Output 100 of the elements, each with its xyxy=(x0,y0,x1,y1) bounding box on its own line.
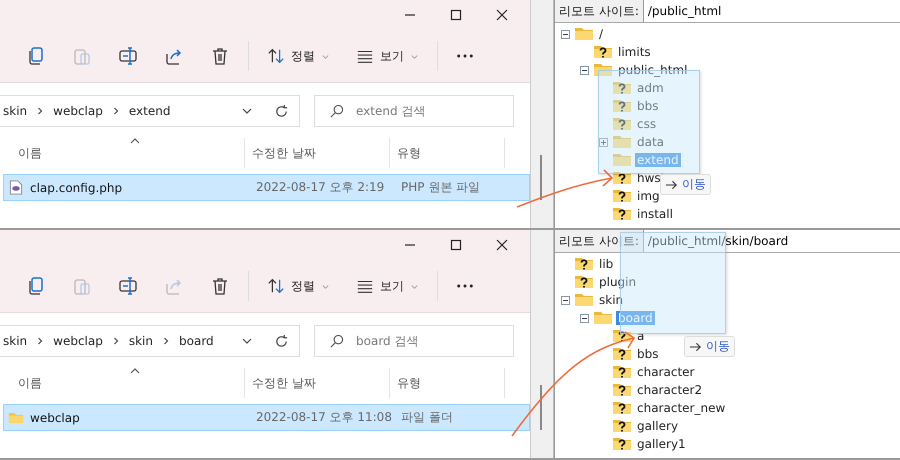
folder-icon xyxy=(574,293,594,307)
column-header[interactable]: 이름 xyxy=(18,144,42,162)
php-file-icon xyxy=(8,180,24,195)
tree-item[interactable]: css xyxy=(635,117,658,131)
unknown-folder-icon xyxy=(593,45,613,59)
search-icon xyxy=(329,334,344,348)
tree-item[interactable]: public_html xyxy=(616,63,690,77)
tree-item[interactable]: install xyxy=(635,207,675,221)
address-bar[interactable]: skin webclap extend xyxy=(0,95,300,127)
column-header[interactable]: 수정한 날짜 xyxy=(252,374,316,392)
folder-icon xyxy=(574,27,594,41)
tree-item[interactable]: bbs xyxy=(635,99,660,113)
tree-item[interactable]: limits xyxy=(616,45,653,59)
file-name: clap.config.php xyxy=(30,180,122,194)
tree-item[interactable]: a xyxy=(635,329,646,343)
unknown-folder-icon xyxy=(612,347,632,361)
close-icon[interactable] xyxy=(496,9,508,21)
breadcrumb-item[interactable]: skin xyxy=(3,334,28,348)
breadcrumb-item[interactable]: skin xyxy=(3,104,28,118)
file-row[interactable]: webclap 2022-08-17 오후 11:08 파일 폴더 xyxy=(3,404,530,431)
file-name: webclap xyxy=(30,410,80,424)
column-header[interactable]: 이름 xyxy=(18,374,42,392)
close-icon[interactable] xyxy=(496,239,508,251)
chevron-icon xyxy=(36,107,44,115)
chevron-icon xyxy=(112,337,120,345)
expand-icon[interactable] xyxy=(599,138,608,146)
remote-site-label: 리모트 사이트: xyxy=(555,0,644,22)
tree-item[interactable]: adm xyxy=(635,81,666,95)
folder-icon xyxy=(612,135,632,149)
sort-icon xyxy=(267,47,285,65)
search-field[interactable]: extend 검색 xyxy=(314,95,514,127)
unknown-folder-icon xyxy=(612,207,632,221)
sort-caret-icon xyxy=(130,138,140,144)
sort-icon xyxy=(267,277,285,295)
refresh-icon[interactable] xyxy=(274,334,289,348)
rename-icon[interactable] xyxy=(118,46,138,66)
scrollbar[interactable] xyxy=(531,230,554,458)
delete-icon[interactable] xyxy=(210,46,230,66)
file-type: PHP 원본 파일 xyxy=(401,179,480,196)
unknown-folder-icon xyxy=(612,117,632,131)
tooltip-text: 이동 xyxy=(682,176,706,193)
sort-caret-icon xyxy=(130,368,140,374)
collapse-icon[interactable] xyxy=(561,296,570,304)
tree-item[interactable]: plugin xyxy=(597,275,638,289)
tree-item[interactable]: data xyxy=(635,135,666,149)
unknown-folder-icon xyxy=(612,383,632,397)
file-row[interactable]: clap.config.php 2022-08-17 오후 2:19 PHP 원본 파일 xyxy=(3,174,530,201)
tree-item[interactable]: / xyxy=(597,27,606,41)
unknown-folder-icon xyxy=(612,81,632,95)
breadcrumb-item[interactable]: webclap xyxy=(53,334,103,348)
more-icon[interactable] xyxy=(456,283,474,289)
collapse-icon[interactable] xyxy=(580,66,589,74)
unknown-folder-icon xyxy=(574,257,594,271)
collapse-icon[interactable] xyxy=(580,314,589,322)
sort-button[interactable]: 정렬 xyxy=(267,277,330,295)
unknown-folder-icon xyxy=(612,99,632,113)
rename-icon[interactable] xyxy=(118,276,138,296)
column-header[interactable]: 유형 xyxy=(397,374,421,392)
unknown-folder-icon xyxy=(612,437,632,451)
chevron-icon xyxy=(162,337,170,345)
breadcrumb-item[interactable]: extend xyxy=(128,104,170,118)
tree-item[interactable]: img xyxy=(635,189,662,203)
unknown-folder-icon xyxy=(612,171,632,185)
unknown-folder-icon xyxy=(612,419,632,433)
tree-item[interactable]: skin xyxy=(597,293,626,307)
maximize-icon[interactable] xyxy=(450,9,462,21)
search-icon xyxy=(329,104,344,118)
search-field[interactable]: board 검색 xyxy=(314,325,514,357)
folder-icon xyxy=(593,311,613,325)
unknown-folder-icon xyxy=(612,189,632,203)
arrow-icon xyxy=(689,342,702,352)
chevron-icon xyxy=(112,107,120,115)
tree-item[interactable]: gallery1 xyxy=(635,437,688,451)
arrow-icon xyxy=(665,180,678,190)
breadcrumb-item[interactable]: board xyxy=(179,334,214,348)
address-bar[interactable]: skin webclap skin board xyxy=(0,325,300,357)
tree-item[interactable]: character xyxy=(635,365,696,379)
search-input[interactable]: board 검색 xyxy=(354,333,498,349)
column-header[interactable]: 수정한 날짜 xyxy=(252,144,316,162)
file-type: 파일 폴더 xyxy=(401,409,453,426)
tree-item[interactable]: lib xyxy=(597,257,616,271)
search-input[interactable]: extend 검색 xyxy=(354,103,498,119)
refresh-icon[interactable] xyxy=(274,104,289,118)
view-button[interactable]: 보기 xyxy=(356,277,419,295)
more-icon[interactable] xyxy=(456,53,474,59)
tree-item[interactable]: character2 xyxy=(635,383,704,397)
breadcrumb-item[interactable]: skin xyxy=(128,334,153,348)
folder-icon xyxy=(8,410,24,425)
column-header[interactable]: 유형 xyxy=(397,144,421,162)
view-button[interactable]: 보기 xyxy=(356,47,419,65)
tree-item[interactable]: gallery xyxy=(635,419,680,433)
tree-item[interactable]: bbs xyxy=(635,347,660,361)
sort-button[interactable]: 정렬 xyxy=(267,47,330,65)
maximize-icon[interactable] xyxy=(450,239,462,251)
breadcrumb-item[interactable]: webclap xyxy=(53,104,103,118)
collapse-icon[interactable] xyxy=(561,30,570,38)
tree-item[interactable]: character_new xyxy=(635,401,728,415)
unknown-folder-icon xyxy=(612,401,632,415)
delete-icon[interactable] xyxy=(210,276,230,296)
scrollbar[interactable] xyxy=(531,0,554,228)
